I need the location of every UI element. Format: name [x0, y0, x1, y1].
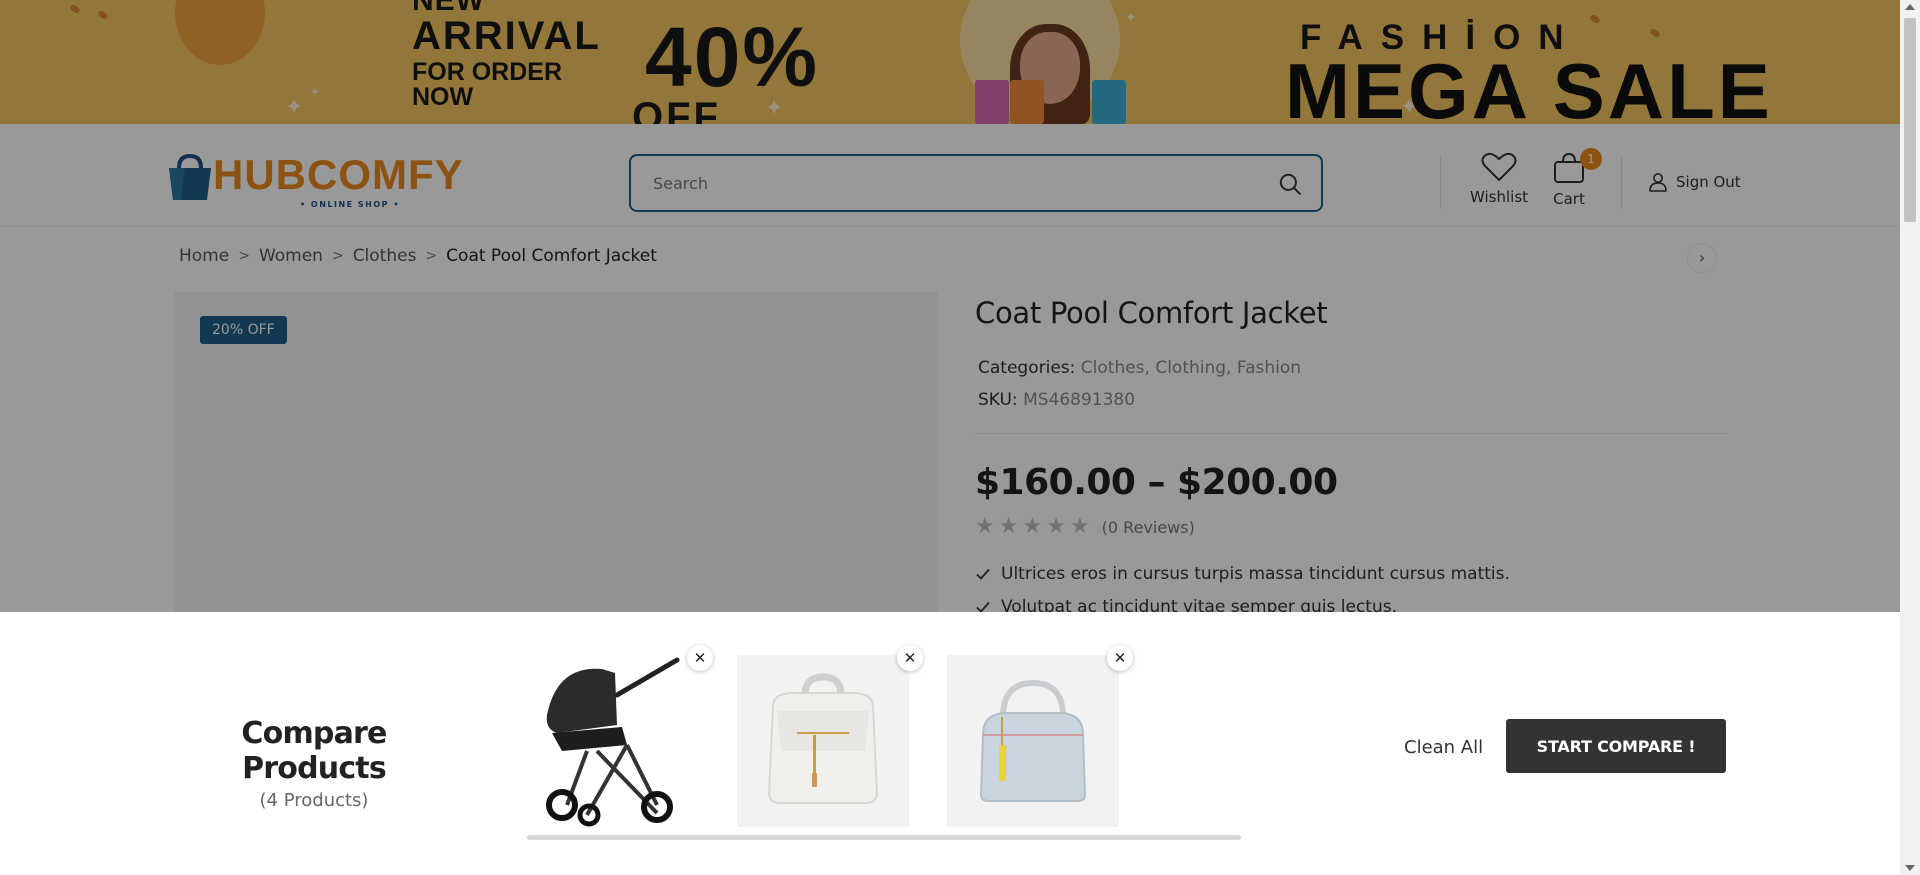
scrollbar-thumb[interactable] — [1904, 18, 1916, 222]
compare-heading: Compare Products (4 Products) — [174, 716, 454, 811]
compare-items-list: ✕ ✕ ✕ — [527, 645, 1243, 840]
close-icon[interactable]: ✕ — [687, 645, 713, 671]
clean-all-button[interactable]: Clean All — [1404, 737, 1483, 758]
stroller-image — [546, 657, 680, 827]
compare-item[interactable]: ✕ — [527, 645, 713, 827]
scroll-down-icon[interactable] — [1905, 865, 1915, 871]
backpack-image — [767, 673, 879, 804]
compare-products-panel: Compare Products (4 Products) ✕ ✕ ✕ Clea… — [0, 612, 1900, 875]
compare-item[interactable]: ✕ — [947, 645, 1133, 827]
compare-scrollbar[interactable] — [527, 835, 1241, 840]
page-scrollbar[interactable] — [1900, 0, 1920, 875]
compare-item[interactable]: ✕ — [737, 645, 923, 827]
compare-count: (4 Products) — [259, 790, 369, 811]
modal-overlay[interactable] — [0, 0, 1900, 612]
close-icon[interactable]: ✕ — [897, 645, 923, 671]
handbag-image — [979, 679, 1087, 802]
start-compare-button[interactable]: START COMPARE ! — [1506, 719, 1726, 773]
scroll-up-icon[interactable] — [1905, 4, 1915, 10]
close-icon[interactable]: ✕ — [1107, 645, 1133, 671]
compare-title: Compare Products — [241, 716, 387, 786]
